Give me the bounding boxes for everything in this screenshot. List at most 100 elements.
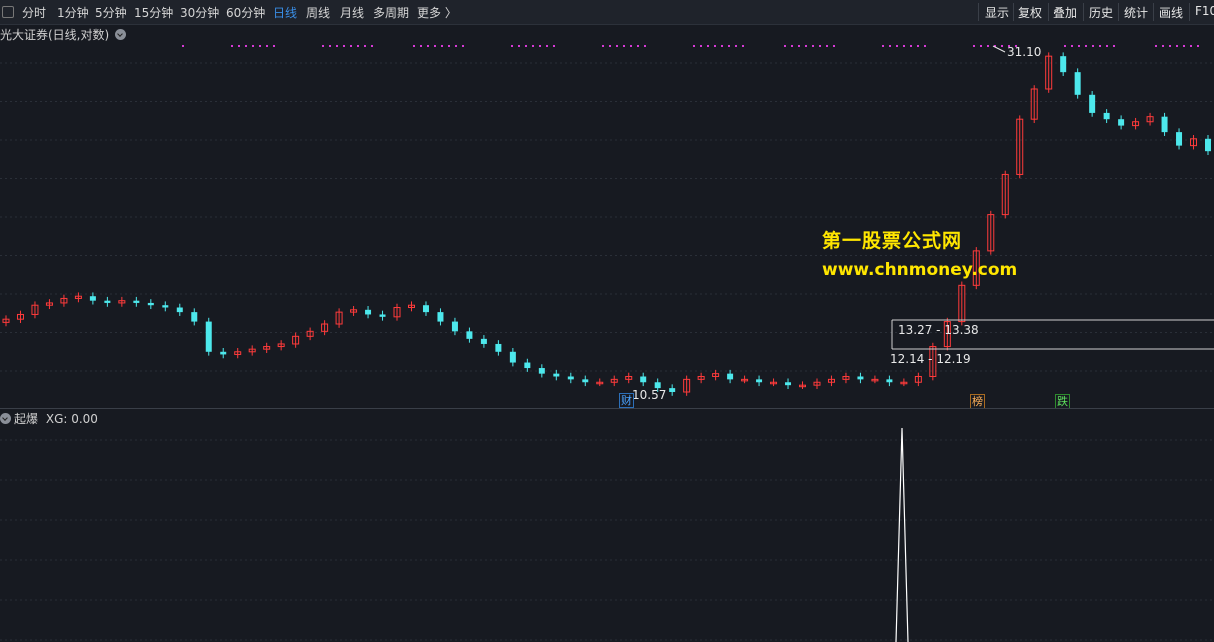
- finance-tag[interactable]: 财: [619, 393, 634, 408]
- signal-dot: [518, 45, 520, 47]
- signal-dot: [343, 45, 345, 47]
- candle-down: [857, 376, 864, 380]
- signal-dot: [833, 45, 835, 47]
- signal-dot: [448, 45, 450, 47]
- panel-divider[interactable]: [0, 408, 1214, 409]
- candle-down: [147, 302, 154, 306]
- candle-down: [553, 373, 560, 377]
- xg-spike-line: [895, 427, 909, 642]
- candle-down: [379, 314, 386, 317]
- signal-dot: [630, 45, 632, 47]
- signal-dot: [602, 45, 604, 47]
- signal-dot: [1099, 45, 1101, 47]
- candle-down: [538, 368, 545, 374]
- signal-dot: [987, 45, 989, 47]
- signal-dot: [1085, 45, 1087, 47]
- candle-down: [509, 351, 516, 363]
- signal-dot: [707, 45, 709, 47]
- signal-dot: [714, 45, 716, 47]
- signal-dot: [462, 45, 464, 47]
- chevron-down-icon[interactable]: [0, 413, 11, 424]
- signal-dot: [623, 45, 625, 47]
- signal-dot: [917, 45, 919, 47]
- signal-dot: [413, 45, 415, 47]
- range-upper-label: 13.27 - 13.38: [898, 323, 979, 337]
- candle-down: [176, 307, 183, 313]
- signal-dot: [532, 45, 534, 47]
- signal-dot: [1001, 45, 1003, 47]
- high-price-label: 31.10: [1007, 45, 1042, 59]
- signal-dot: [805, 45, 807, 47]
- candle-down: [480, 338, 487, 344]
- signal-dot: [616, 45, 618, 47]
- signal-dot: [693, 45, 695, 47]
- candle-down: [1205, 138, 1211, 152]
- signal-dot: [553, 45, 555, 47]
- signal-dot: [882, 45, 884, 47]
- candlestick-chart[interactable]: [0, 0, 1214, 642]
- ranking-tag[interactable]: 榜: [970, 394, 985, 409]
- signal-dot: [238, 45, 240, 47]
- candle-down: [89, 296, 96, 301]
- candle-down: [1103, 112, 1110, 120]
- signal-dot: [434, 45, 436, 47]
- candle-down: [727, 373, 734, 380]
- candle-down: [1176, 132, 1183, 146]
- signal-dot: [721, 45, 723, 47]
- signal-dot: [1064, 45, 1066, 47]
- signal-dot: [644, 45, 646, 47]
- signal-dot: [1092, 45, 1094, 47]
- range-lower-label: 12.14 - 12.19: [890, 352, 971, 366]
- signal-dot: [728, 45, 730, 47]
- candle-down: [1060, 56, 1067, 73]
- signal-dot: [322, 45, 324, 47]
- candle-down: [365, 309, 372, 315]
- signal-dot: [924, 45, 926, 47]
- candle-down: [567, 376, 574, 380]
- signal-dot: [903, 45, 905, 47]
- candle-down: [133, 300, 140, 303]
- signal-dot: [371, 45, 373, 47]
- signal-dot: [812, 45, 814, 47]
- signal-dot: [336, 45, 338, 47]
- signal-dot: [1169, 45, 1171, 47]
- signal-dot: [1190, 45, 1192, 47]
- signal-dot: [798, 45, 800, 47]
- candle-down: [162, 305, 169, 308]
- watermark-title: 第一股票公式网: [822, 230, 963, 252]
- candle-down: [220, 351, 227, 355]
- candle-down: [104, 300, 111, 303]
- signal-dot: [896, 45, 898, 47]
- signal-dot: [525, 45, 527, 47]
- candle-down: [1089, 94, 1096, 113]
- candle-down: [437, 312, 444, 322]
- signal-dot: [1071, 45, 1073, 47]
- signal-dot: [889, 45, 891, 47]
- signal-dot: [609, 45, 611, 47]
- signal-dot: [259, 45, 261, 47]
- signal-dot: [182, 45, 184, 47]
- signal-dot: [1078, 45, 1080, 47]
- candle-down: [886, 379, 893, 383]
- signal-dot: [1155, 45, 1157, 47]
- candle-down: [669, 388, 676, 392]
- signal-dot: [1176, 45, 1178, 47]
- candle-down: [524, 362, 531, 369]
- candle-down: [495, 343, 502, 352]
- indicator-name: 起爆: [14, 412, 39, 426]
- signal-dot: [735, 45, 737, 47]
- signal-dot: [791, 45, 793, 47]
- limit-down-tag[interactable]: 跌: [1055, 394, 1070, 409]
- candle-down: [466, 331, 473, 339]
- candle-down: [1118, 119, 1125, 126]
- signal-dot: [546, 45, 548, 47]
- signal-dot: [784, 45, 786, 47]
- candle-down: [1161, 116, 1168, 133]
- low-price-label: 10.57: [632, 388, 667, 402]
- candle-down: [191, 312, 198, 322]
- signal-dot: [700, 45, 702, 47]
- signal-dot: [1106, 45, 1108, 47]
- signal-dot: [252, 45, 254, 47]
- signal-dot: [1183, 45, 1185, 47]
- signal-dot: [455, 45, 457, 47]
